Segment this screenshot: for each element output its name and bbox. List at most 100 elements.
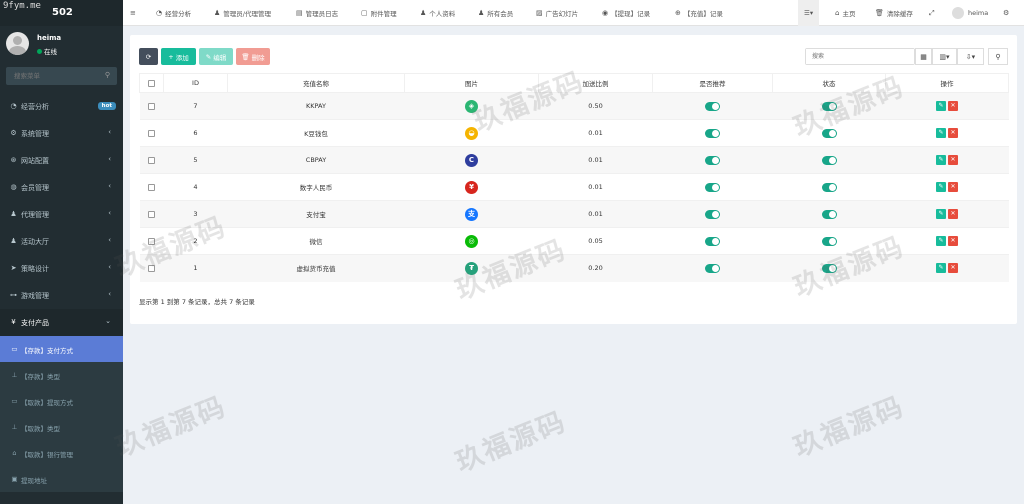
alipay-logo-icon[interactable]: 支 bbox=[465, 207, 478, 221]
sidebar-item-system[interactable]: ⚙ 系统管理 ‹ bbox=[0, 120, 123, 147]
tab-slides[interactable]: ▨ 广告幻灯片 bbox=[536, 0, 578, 26]
brand-title[interactable]: 502 bbox=[52, 7, 73, 18]
table-row[interactable]: 6 K豆钱包 ◒ 0.01 ✎ ✕ bbox=[139, 119, 1009, 147]
status-toggle[interactable] bbox=[821, 101, 837, 111]
edit-row-button[interactable]: ✎ bbox=[936, 236, 946, 246]
table-row[interactable]: 5 CBPAY C 0.01 ✎ ✕ bbox=[139, 146, 1009, 174]
row-select-cell[interactable] bbox=[139, 119, 164, 147]
row-select-cell[interactable] bbox=[139, 173, 164, 201]
row-checkbox[interactable] bbox=[148, 102, 155, 110]
menu-search-input[interactable] bbox=[6, 67, 96, 85]
tab-admin-log[interactable]: ▤ 管理员日志 bbox=[296, 0, 338, 26]
tab-recharge-records[interactable]: ⊕ 【充值】记录 bbox=[675, 0, 723, 26]
sidebar-item-dashboard[interactable]: ◔ 经营分析 hot bbox=[0, 93, 123, 120]
columns-button[interactable]: ▥▾ bbox=[932, 48, 957, 65]
recommended-toggle[interactable] bbox=[705, 236, 720, 246]
delete-row-button[interactable]: ✕ bbox=[948, 101, 958, 111]
cbpay-logo-icon[interactable]: C bbox=[465, 153, 478, 167]
status-toggle[interactable] bbox=[821, 236, 837, 246]
recommended-toggle[interactable] bbox=[705, 155, 720, 165]
row-checkbox[interactable] bbox=[148, 237, 155, 245]
sidebar-item-members[interactable]: ◍ 会员管理 ‹ bbox=[0, 174, 123, 201]
select-all-checkbox[interactable] bbox=[148, 79, 155, 87]
sidebar-sub-withdraw-types[interactable]: ⊥ 【取款】类型 bbox=[0, 414, 123, 440]
sidebar-sub-withdraw-methods[interactable]: ▭ 【取款】提现方式 bbox=[0, 388, 123, 414]
kkpay-logo-icon[interactable]: ◈ bbox=[465, 99, 478, 113]
bars-icon[interactable]: ≡ bbox=[130, 9, 136, 17]
status-toggle[interactable] bbox=[821, 263, 837, 273]
search-toggle-button[interactable]: ⚲ bbox=[988, 48, 1008, 65]
table-row[interactable]: 2 微信 ◎ 0.05 ✎ ✕ bbox=[139, 227, 1009, 255]
table-row[interactable]: 7 KKPAY ◈ 0.50 ✎ ✕ bbox=[139, 92, 1009, 120]
sidebar-item-site-config[interactable]: ⊛ 网站配置 ‹ bbox=[0, 147, 123, 174]
edit-row-button[interactable]: ✎ bbox=[936, 209, 946, 219]
edit-button[interactable]: ✎ 编辑 bbox=[199, 48, 233, 65]
tab-profile[interactable]: ♟ 个人资料 bbox=[420, 0, 455, 26]
clear-cache-button[interactable]: 🗑 清除缓存 bbox=[875, 0, 913, 26]
recommended-toggle[interactable] bbox=[705, 263, 720, 273]
menu-toggle[interactable]: ≡ bbox=[130, 0, 139, 26]
delete-row-button[interactable]: ✕ bbox=[948, 155, 958, 165]
delete-row-button[interactable]: ✕ bbox=[948, 263, 958, 274]
sidebar-item-payment[interactable]: ¥ 支付产品 ⌄ bbox=[0, 309, 123, 336]
cogs-icon[interactable]: ⚙ bbox=[1003, 9, 1009, 17]
col-header-id[interactable]: ID bbox=[163, 73, 228, 93]
recommended-toggle[interactable] bbox=[705, 182, 720, 192]
edit-row-button[interactable]: ✎ bbox=[936, 155, 946, 165]
row-checkbox[interactable] bbox=[148, 264, 155, 272]
table-row[interactable]: 1 虚拟货币充值 ₮ 0.20 ✎ ✕ bbox=[139, 254, 1009, 282]
row-checkbox[interactable] bbox=[148, 210, 155, 218]
toggle-view-button[interactable]: ▦ bbox=[915, 48, 932, 65]
sidebar-item-strategy[interactable]: ➤ 策略设计 ‹ bbox=[0, 255, 123, 282]
recommended-toggle[interactable] bbox=[705, 128, 720, 138]
recommended-toggle[interactable] bbox=[705, 209, 720, 219]
col-header-bonus-ratio[interactable]: 加送比例 bbox=[538, 73, 653, 93]
row-select-cell[interactable] bbox=[139, 200, 164, 228]
table-row[interactable]: 3 支付宝 支 0.01 ✎ ✕ bbox=[139, 200, 1009, 228]
wechat-logo-icon[interactable]: ◎ bbox=[465, 234, 478, 248]
logo-area[interactable]: 9fym.me 502 bbox=[0, 0, 123, 26]
refresh-button[interactable]: ⟳ bbox=[139, 48, 158, 65]
row-select-cell[interactable] bbox=[139, 92, 164, 120]
table-row[interactable]: 4 数字人民币 ¥0.01 ✎ ✕ bbox=[139, 173, 1009, 201]
status-toggle[interactable] bbox=[821, 155, 837, 165]
sidebar-sub-deposit-methods[interactable]: ▭ 【存款】支付方式 bbox=[0, 336, 123, 362]
delete-button[interactable]: 🗑 删除 bbox=[236, 48, 270, 65]
search-icon[interactable]: ⚲ bbox=[105, 71, 110, 79]
table-search-input[interactable] bbox=[806, 49, 914, 64]
select-all-cell[interactable] bbox=[139, 73, 164, 93]
col-header-name[interactable]: 充值名称 bbox=[227, 73, 405, 93]
add-button[interactable]: + 添加 bbox=[161, 48, 196, 65]
sidebar-item-agents[interactable]: ♟ 代理管理 ‹ bbox=[0, 201, 123, 228]
tabs-dropdown[interactable]: ☰▾ bbox=[798, 0, 820, 26]
edit-row-button[interactable]: ✎ bbox=[936, 101, 946, 111]
ecny-logo-icon[interactable]: ¥ bbox=[465, 180, 478, 194]
table-search[interactable] bbox=[805, 48, 915, 65]
delete-row-button[interactable]: ✕ bbox=[948, 128, 958, 138]
delete-row-button[interactable]: ✕ bbox=[948, 236, 958, 246]
row-checkbox[interactable] bbox=[148, 156, 155, 164]
tab-dashboard[interactable]: ◔ 经营分析 bbox=[156, 0, 191, 26]
row-select-cell[interactable] bbox=[139, 254, 164, 282]
edit-row-button[interactable]: ✎ bbox=[936, 128, 946, 138]
sidebar-sub-withdraw-address[interactable]: ▣ 提现地址 bbox=[0, 466, 123, 492]
tab-withdraw-records[interactable]: ◉ 【提现】记录 bbox=[602, 0, 650, 26]
tab-admin-agents[interactable]: ♟ 管理员/代理管理 bbox=[214, 0, 271, 26]
tab-all-members[interactable]: ♟ 所有会员 bbox=[478, 0, 513, 26]
delete-row-button[interactable]: ✕ bbox=[948, 182, 958, 192]
fullscreen-button[interactable]: ⤢ bbox=[929, 0, 938, 26]
export-button[interactable]: ⇩▾ bbox=[957, 48, 984, 65]
row-select-cell[interactable] bbox=[139, 146, 164, 174]
row-checkbox[interactable] bbox=[148, 129, 155, 137]
row-select-cell[interactable] bbox=[139, 227, 164, 255]
settings-button[interactable]: ⚙ bbox=[1003, 0, 1012, 26]
menu-search[interactable]: ⚲ bbox=[6, 67, 117, 85]
home-link[interactable]: ⌂ 主页 bbox=[835, 0, 855, 26]
status-toggle[interactable] bbox=[821, 182, 837, 192]
recommended-toggle[interactable] bbox=[705, 101, 720, 111]
status-toggle[interactable] bbox=[821, 209, 837, 219]
delete-row-button[interactable]: ✕ bbox=[948, 209, 958, 219]
usdt-logo-icon[interactable]: ₮ bbox=[465, 261, 478, 275]
expand-icon[interactable]: ⤢ bbox=[929, 9, 935, 18]
row-checkbox[interactable] bbox=[148, 183, 155, 191]
